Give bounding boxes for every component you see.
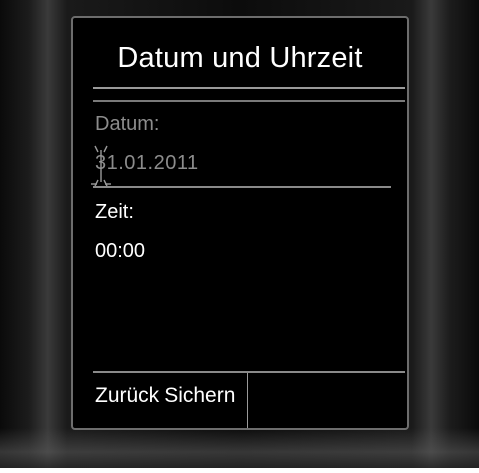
title-divider-secondary (93, 100, 405, 102)
date-label: Datum: (95, 113, 160, 135)
back-softkey[interactable]: Zurück (95, 384, 159, 407)
time-label: Zeit: (95, 201, 134, 223)
title-divider (93, 87, 405, 89)
save-softkey[interactable]: Sichern (164, 384, 235, 407)
time-field[interactable]: 00:00 (95, 240, 145, 263)
softkey-divider (93, 371, 405, 373)
softkey-separator (247, 373, 248, 428)
date-field-underline (93, 186, 391, 188)
softkey-bar: Zurück Sichern (95, 384, 235, 408)
date-field[interactable]: 31.01.2011 (95, 152, 199, 175)
page-title: Datum und Uhrzeit (117, 42, 363, 74)
phone-display: Datum und Uhrzeit Datum: 31.01.2011 Zeit… (71, 16, 409, 430)
